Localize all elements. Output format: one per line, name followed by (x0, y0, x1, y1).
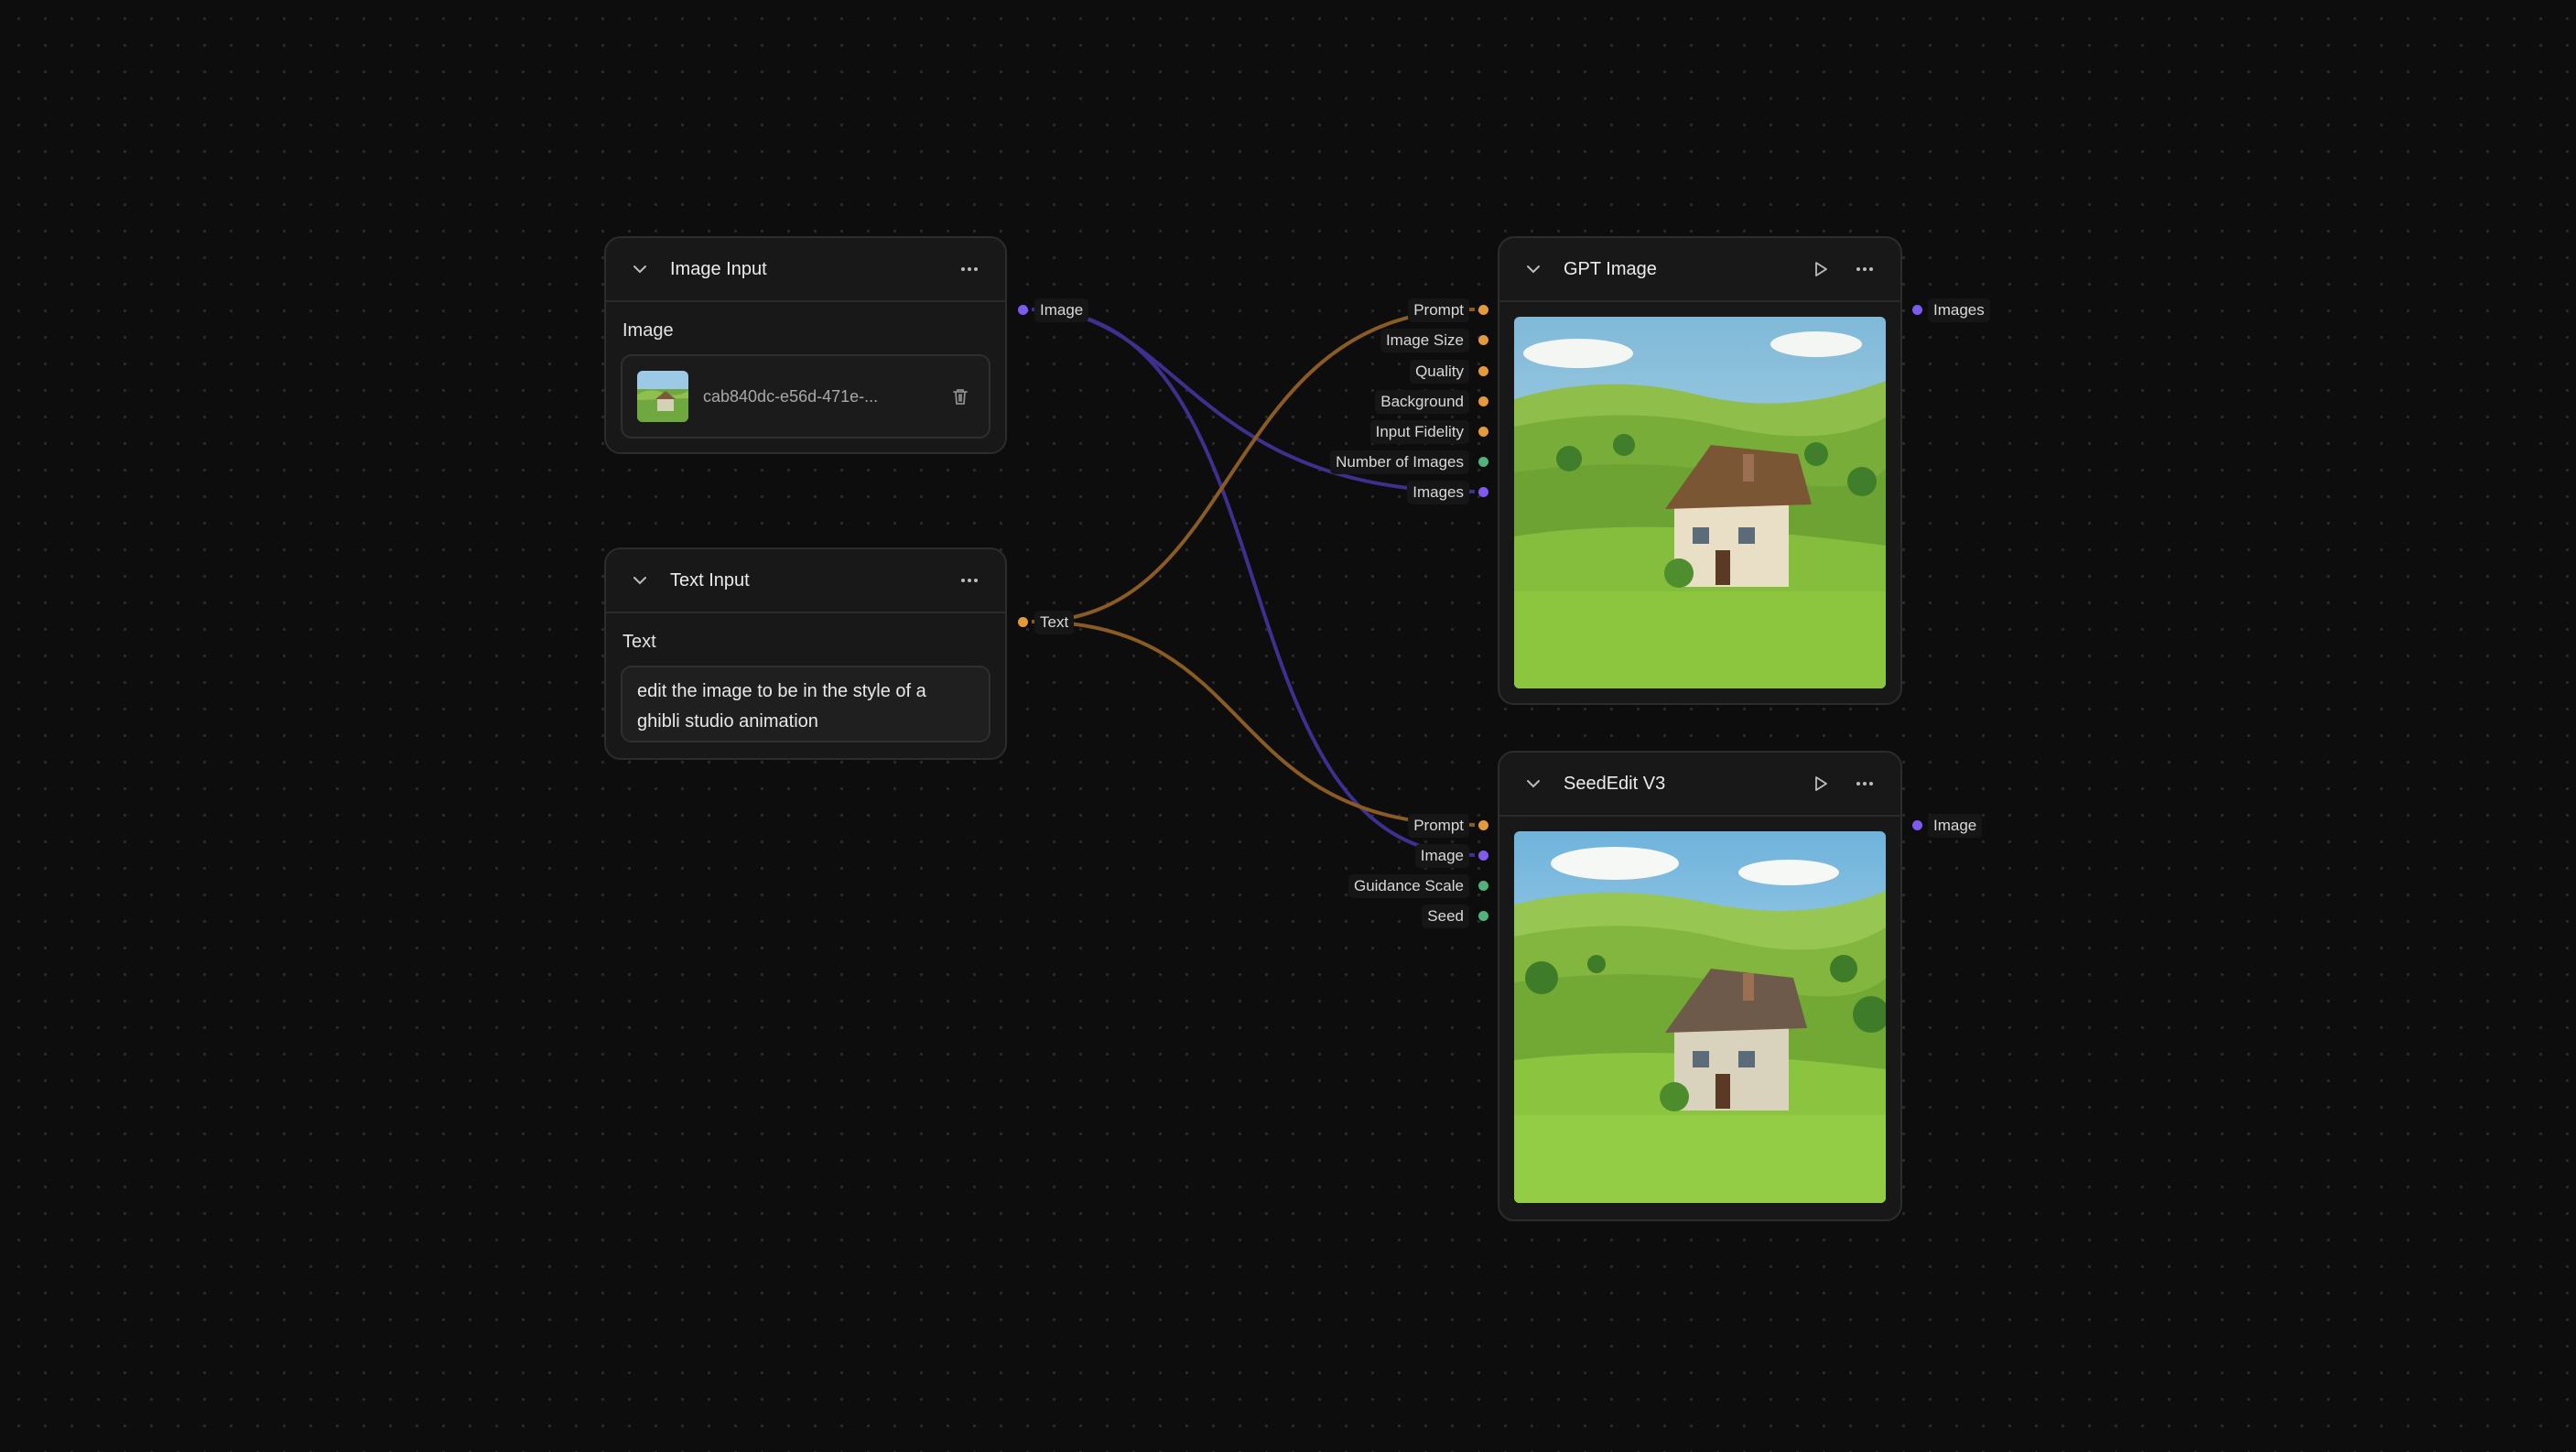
gpt-input-prompt-port[interactable] (1478, 305, 1488, 315)
field-label: Text (622, 632, 656, 652)
gpt-input-quality-label: Quality (1410, 360, 1469, 384)
image-output-port[interactable] (1018, 305, 1028, 315)
ellipsis-icon[interactable] (1849, 768, 1880, 799)
chevron-down-icon[interactable] (1521, 772, 1545, 796)
seededit-input-image-port[interactable] (1478, 851, 1488, 861)
trash-icon[interactable] (947, 383, 974, 410)
gpt-input-image-size-port[interactable] (1478, 335, 1488, 345)
seededit-input-image-label: Image (1414, 844, 1469, 868)
seededit-output-image-label: Image (1928, 814, 1983, 838)
image-output-label: Image (1034, 298, 1089, 322)
gpt-input-image-size-label: Image Size (1380, 329, 1469, 352)
gpt-input-background-port[interactable] (1478, 396, 1488, 406)
play-icon[interactable] (1805, 254, 1836, 285)
ellipsis-icon[interactable] (1849, 254, 1880, 285)
image-thumbnail (637, 371, 688, 422)
play-icon[interactable] (1805, 768, 1836, 799)
gpt-input-quality-port[interactable] (1478, 366, 1488, 376)
workflow-canvas[interactable]: Image Input Image cab840dc-e56d-471e-... (0, 0, 2576, 1452)
seededit-input-guidance-scale-port[interactable] (1478, 881, 1488, 891)
image-input-node[interactable]: Image Input Image cab840dc-e56d-471e-... (604, 236, 1007, 454)
field-label: Image (622, 320, 674, 341)
chevron-down-icon[interactable] (1521, 257, 1545, 281)
gpt-input-images-label: Images (1407, 481, 1469, 504)
ellipsis-icon[interactable] (954, 254, 985, 285)
seededit-input-seed-port[interactable] (1478, 911, 1488, 921)
node-title: SeedEdit V3 (1564, 773, 1666, 794)
gpt-output-images-port[interactable] (1912, 305, 1922, 315)
text-input-node[interactable]: Text Input Text edit the image to be in … (604, 547, 1007, 760)
chevron-down-icon[interactable] (628, 257, 652, 281)
gpt-input-input-fidelity-port[interactable] (1478, 427, 1488, 437)
ellipsis-icon[interactable] (954, 565, 985, 596)
node-title: Text Input (670, 569, 750, 591)
node-header[interactable]: Image Input (606, 238, 1005, 302)
gpt-input-prompt-label: Prompt (1408, 298, 1469, 322)
text-output-label: Text (1034, 611, 1075, 634)
node-header[interactable]: GPT Image (1499, 238, 1900, 302)
node-title: Image Input (670, 258, 767, 279)
gpt-input-number-of-images-label: Number of Images (1330, 450, 1469, 474)
text-input-field[interactable]: edit the image to be in the style of a g… (621, 666, 990, 742)
edge-text-to-seededit-prompt (1031, 620, 1476, 827)
gpt-input-images-port[interactable] (1478, 487, 1488, 497)
seededit-input-guidance-scale-label: Guidance Scale (1348, 874, 1469, 898)
edges-layer (1031, 308, 1476, 857)
node-header[interactable]: SeedEdit V3 (1499, 753, 1900, 817)
gpt-input-input-fidelity-label: Input Fidelity (1369, 420, 1469, 444)
chevron-down-icon[interactable] (628, 569, 652, 592)
seededit-input-prompt-port[interactable] (1478, 820, 1488, 830)
output-image-preview[interactable] (1514, 831, 1886, 1203)
gpt-image-node[interactable]: GPT Image (1498, 236, 1902, 705)
seededit-input-seed-label: Seed (1422, 905, 1469, 928)
output-image-preview[interactable] (1514, 317, 1886, 688)
node-header[interactable]: Text Input (606, 549, 1005, 613)
seededit-output-image-port[interactable] (1912, 820, 1922, 830)
text-output-port[interactable] (1018, 617, 1028, 627)
file-name: cab840dc-e56d-471e-... (703, 386, 879, 406)
gpt-input-number-of-images-port[interactable] (1478, 457, 1488, 467)
file-attachment[interactable]: cab840dc-e56d-471e-... (621, 354, 990, 439)
gpt-input-background-label: Background (1375, 390, 1469, 414)
gpt-output-images-label: Images (1928, 298, 1990, 322)
node-title: GPT Image (1564, 258, 1657, 279)
seededit-node[interactable]: SeedEdit V3 (1498, 751, 1902, 1221)
seededit-input-prompt-label: Prompt (1408, 814, 1469, 838)
